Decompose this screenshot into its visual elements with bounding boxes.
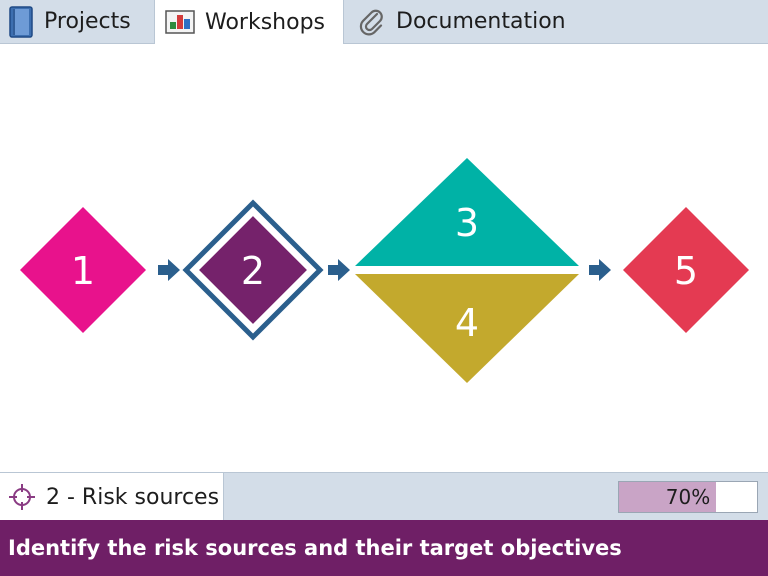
arrow-right-icon (328, 259, 350, 281)
tab-documentation[interactable]: Documentation (350, 0, 590, 43)
step-5-diamond[interactable]: 5 (623, 207, 749, 333)
workflow-diagram: 1 2 3 4 5 (0, 44, 768, 472)
instruction-text: Identify the risk sources and their targ… (8, 536, 622, 560)
tab-bar: Projects Workshops Documentation (0, 0, 768, 44)
step-4-number: 4 (455, 301, 479, 345)
step-2-diamond[interactable]: 2 (182, 199, 324, 341)
instruction-banner: Identify the risk sources and their targ… (0, 520, 768, 576)
step-4-triangle[interactable]: 4 (355, 274, 579, 383)
step-1-diamond[interactable]: 1 (20, 207, 146, 333)
status-bar: 2 - Risk sources 70% (0, 472, 768, 521)
progress-text: 70% (665, 485, 711, 509)
tab-workshops[interactable]: Workshops (154, 0, 344, 44)
progress-bar: 70% (618, 481, 758, 513)
current-step-tab[interactable]: 2 - Risk sources (0, 473, 224, 521)
step-3-number: 3 (455, 201, 479, 245)
tab-projects[interactable]: Projects (0, 0, 152, 43)
crosshair-icon (8, 483, 36, 511)
tab-workshops-label: Workshops (205, 9, 326, 35)
tab-documentation-label: Documentation (396, 9, 566, 34)
step-2-number: 2 (241, 249, 265, 293)
tab-projects-label: Projects (44, 9, 131, 34)
paperclip-icon (358, 8, 386, 36)
current-step-label: 2 - Risk sources (46, 484, 220, 510)
arrow-right-icon (158, 259, 180, 281)
workshop-icon (165, 9, 195, 35)
book-icon (8, 5, 34, 38)
step-5-number: 5 (674, 249, 698, 293)
arrow-right-icon (589, 259, 611, 281)
step-3-triangle[interactable]: 3 (355, 158, 579, 266)
step-1-number: 1 (71, 249, 95, 293)
